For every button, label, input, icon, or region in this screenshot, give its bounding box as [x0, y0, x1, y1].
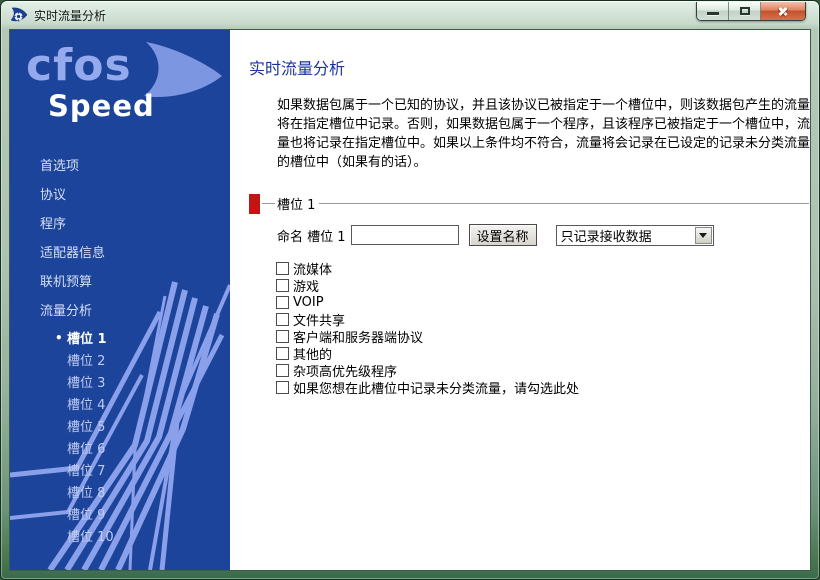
sidebar-item-slot-7[interactable]: 槽位 7 [10, 459, 230, 481]
slot-label: 槽位 5 [67, 416, 105, 435]
voip-checkbox[interactable] [276, 296, 289, 309]
close-button[interactable] [761, 2, 805, 20]
minimize-icon [707, 12, 719, 15]
sidebar-item-slot-5[interactable]: 槽位 5 [10, 415, 230, 437]
category-checkbox-list: 流媒体 游戏 VOIP 文件共享 客户端和服务器端协议 [276, 260, 811, 396]
other-checkbox[interactable] [276, 347, 289, 360]
sidebar-item-slot-1[interactable]: • 槽位 1 [10, 327, 230, 349]
sidebar-item-adapter-info[interactable]: 适配器信息 [10, 237, 230, 266]
sidebar-item-slot-9[interactable]: 槽位 9 [10, 503, 230, 525]
app-icon [10, 7, 28, 23]
slot-name-label: 命名 槽位 1 [277, 226, 346, 245]
caption-buttons [696, 2, 806, 21]
checkbox-label: VOIP [293, 295, 324, 310]
sidebar-item-preferences[interactable]: 首选项 [10, 150, 230, 179]
record-mode-value: 只记录接收数据 [557, 226, 695, 245]
main-content: 实时流量分析 如果数据包属于一个已知的协议，并且该协议已被指定于一个槽位中，则该… [230, 30, 811, 570]
games-checkbox[interactable] [276, 279, 289, 292]
section-red-marker [249, 194, 260, 214]
record-mode-select[interactable]: 只记录接收数据 [556, 225, 714, 246]
sidebar-item-slot-6[interactable]: 槽位 6 [10, 437, 230, 459]
maximize-button[interactable] [729, 2, 761, 20]
slot-label: 槽位 4 [67, 394, 105, 413]
description-text: 如果数据包属于一个已知的协议，并且该协议已被指定于一个槽位中，则该数据包产生的流… [277, 96, 811, 172]
active-slot-bullet: • [55, 331, 67, 345]
slot-list: • 槽位 1 槽位 2 槽位 3 槽位 4 槽位 5 [10, 327, 230, 547]
unclassified-checkbox[interactable] [276, 381, 289, 394]
checkbox-row-filesharing[interactable]: 文件共享 [276, 311, 811, 328]
checkbox-label: 如果您想在此槽位中记录未分类流量，请勾选此处 [293, 378, 579, 397]
slot-label: 槽位 9 [67, 504, 105, 523]
app-window: 实时流量分析 [0, 0, 820, 580]
titlebar[interactable]: 实时流量分析 [2, 2, 818, 28]
slot-label: 槽位 7 [67, 460, 105, 479]
legend-line-left [262, 203, 275, 204]
slot-label: 槽位 3 [67, 372, 105, 391]
sidebar-nav: 首选项 协议 程序 适配器信息 联机预算 流量分析 [10, 150, 230, 324]
close-icon [777, 5, 789, 17]
slot-label: 槽位 10 [67, 526, 114, 545]
slot-label: 槽位 2 [67, 350, 105, 369]
page-title: 实时流量分析 [249, 55, 811, 79]
sidebar-item-slot-10[interactable]: 槽位 10 [10, 525, 230, 547]
checkbox-row-voip[interactable]: VOIP [276, 294, 811, 311]
sidebar-item-protocols[interactable]: 协议 [10, 179, 230, 208]
client-server-checkbox[interactable] [276, 330, 289, 343]
logo: cfos Speed [10, 30, 230, 134]
sidebar-item-traffic-analysis[interactable]: 流量分析 [10, 295, 230, 324]
sidebar-item-slot-8[interactable]: 槽位 8 [10, 481, 230, 503]
slot-label: 槽位 6 [67, 438, 105, 457]
chevron-down-icon [699, 233, 707, 238]
client-area: cfos Speed 首选项 协议 程序 适配器信息 联机预算 流量分析 • 槽… [9, 29, 811, 571]
sidebar-item-slot-4[interactable]: 槽位 4 [10, 393, 230, 415]
slot-name-input[interactable] [351, 225, 459, 245]
checkbox-row-client-server[interactable]: 客户端和服务器端协议 [276, 328, 811, 345]
slot-label: 槽位 1 [67, 328, 107, 347]
logo-text-speed: Speed [48, 92, 155, 121]
slot-name-form: 命名 槽位 1 设置名称 只记录接收数据 [277, 224, 811, 246]
sidebar-item-slot-3[interactable]: 槽位 3 [10, 371, 230, 393]
checkbox-label: 游戏 [293, 276, 319, 295]
legend-line-right [319, 203, 809, 204]
window-title: 实时流量分析 [34, 7, 106, 24]
checkbox-row-streaming[interactable]: 流媒体 [276, 260, 811, 277]
logo-text-cfos: cfos [26, 44, 132, 88]
section-legend: 槽位 1 [275, 194, 319, 213]
streaming-checkbox[interactable] [276, 262, 289, 275]
slot-label: 槽位 8 [67, 482, 105, 501]
checkbox-row-unclassified[interactable]: 如果您想在此槽位中记录未分类流量，请勾选此处 [276, 379, 811, 396]
slot-section-header: 槽位 1 [249, 193, 811, 214]
checkbox-row-misc-priority[interactable]: 杂项高优先级程序 [276, 362, 811, 379]
set-name-button[interactable]: 设置名称 [469, 224, 537, 246]
sidebar-item-programs[interactable]: 程序 [10, 208, 230, 237]
dropdown-button[interactable] [695, 227, 712, 244]
filesharing-checkbox[interactable] [276, 313, 289, 326]
checkbox-row-games[interactable]: 游戏 [276, 277, 811, 294]
maximize-icon [740, 7, 750, 15]
checkbox-row-other[interactable]: 其他的 [276, 345, 811, 362]
minimize-button[interactable] [697, 2, 729, 20]
misc-priority-checkbox[interactable] [276, 364, 289, 377]
sidebar-item-slot-2[interactable]: 槽位 2 [10, 349, 230, 371]
sidebar: cfos Speed 首选项 协议 程序 适配器信息 联机预算 流量分析 • 槽… [10, 30, 230, 570]
sidebar-item-online-budget[interactable]: 联机预算 [10, 266, 230, 295]
